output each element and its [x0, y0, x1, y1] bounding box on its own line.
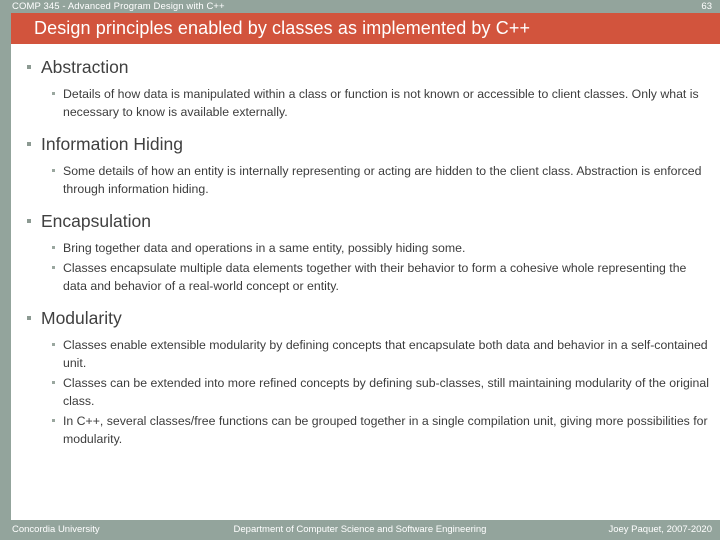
sub-bullet-square-icon: [52, 266, 55, 269]
sub-bullet-square-icon: [52, 169, 55, 172]
section-point: Classes encapsulate multiple data elemen…: [11, 259, 720, 295]
section-heading-label: Encapsulation: [41, 211, 151, 231]
section-point-label: In C++, several classes/free functions c…: [63, 414, 708, 446]
section-point-label: Classes can be extended into more refine…: [63, 376, 709, 408]
bullet-square-icon: [27, 65, 31, 69]
page-number: 63: [701, 1, 712, 12]
section-heading-modularity: Modularity: [11, 307, 720, 330]
slide-header-bar: COMP 345 - Advanced Program Design with …: [0, 0, 720, 13]
section-heading-label: Information Hiding: [41, 134, 184, 154]
sub-bullet-square-icon: [52, 381, 55, 384]
section-point: Details of how data is manipulated withi…: [11, 85, 720, 121]
section-heading-abstraction: Abstraction: [11, 56, 720, 79]
section-point: In C++, several classes/free functions c…: [11, 412, 720, 448]
section-heading-information-hiding: Information Hiding: [11, 133, 720, 156]
course-title: COMP 345 - Advanced Program Design with …: [12, 1, 225, 12]
sub-bullet-square-icon: [52, 419, 55, 422]
section-point: Some details of how an entity is interna…: [11, 162, 720, 198]
slide-body: Abstraction Details of how data is manip…: [11, 44, 720, 518]
section-heading-label: Modularity: [41, 308, 122, 328]
bullet-square-icon: [27, 219, 31, 223]
slide-title: Design principles enabled by classes as …: [34, 18, 531, 38]
section-heading-encapsulation: Encapsulation: [11, 210, 720, 233]
section-point-label: Bring together data and operations in a …: [63, 241, 466, 255]
bullet-square-icon: [27, 316, 31, 320]
left-accent-strip: [0, 0, 11, 540]
section-point: Classes can be extended into more refine…: [11, 374, 720, 410]
section-point-label: Some details of how an entity is interna…: [63, 164, 702, 196]
section-point-label: Details of how data is manipulated withi…: [63, 87, 699, 119]
section-point: Bring together data and operations in a …: [11, 239, 720, 257]
bullet-square-icon: [27, 142, 31, 146]
slide-footer-bar: Concordia University Department of Compu…: [0, 520, 720, 540]
section-point: Classes enable extensible modularity by …: [11, 336, 720, 372]
slide-canvas: COMP 345 - Advanced Program Design with …: [0, 0, 720, 540]
sub-bullet-square-icon: [52, 92, 55, 95]
section-heading-label: Abstraction: [41, 57, 129, 77]
section-point-label: Classes encapsulate multiple data elemen…: [63, 261, 687, 293]
sub-bullet-square-icon: [52, 246, 55, 249]
sub-bullet-square-icon: [52, 343, 55, 346]
section-point-label: Classes enable extensible modularity by …: [63, 338, 708, 370]
footer-author: Joey Paquet, 2007-2020: [608, 524, 712, 535]
